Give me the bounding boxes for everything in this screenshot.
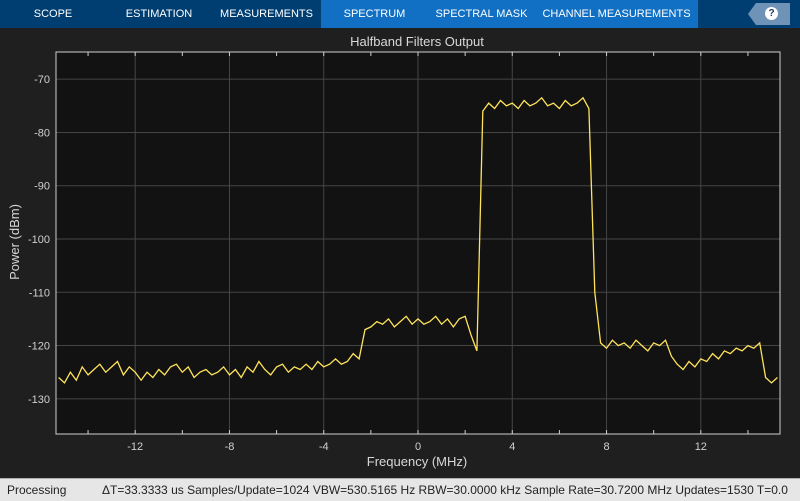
tab-channel-measurements[interactable]: CHANNEL MEASUREMENTS bbox=[535, 0, 698, 28]
spectrum-chart: Halfband Filters Output -12 -8 -4 0 4 8 12 -70 -… bbox=[7, 34, 781, 469]
x-tick-label: -8 bbox=[225, 441, 235, 453]
help-button[interactable]: ? bbox=[748, 3, 790, 25]
status-bar: Processing ΔT=33.3333 us Samples/Update=… bbox=[0, 478, 800, 501]
tab-scope[interactable]: SCOPE bbox=[0, 0, 106, 28]
status-info: ΔT=33.3333 us Samples/Update=1024 VBW=53… bbox=[102, 483, 788, 497]
chart-title: Halfband Filters Output bbox=[350, 34, 484, 49]
tab-spectrum[interactable]: SPECTRUM bbox=[321, 0, 428, 28]
y-tick-label: -90 bbox=[34, 181, 50, 193]
x-tick-label: 0 bbox=[415, 441, 421, 453]
y-tick-label: -70 bbox=[34, 74, 50, 86]
y-tick-label: -110 bbox=[29, 287, 50, 299]
x-tick-label: 4 bbox=[509, 441, 515, 453]
y-axis-label: Power (dBm) bbox=[7, 204, 22, 280]
tab-spectral-mask[interactable]: SPECTRAL MASK bbox=[428, 0, 535, 28]
x-tick-label: 12 bbox=[695, 441, 707, 453]
x-tick-label: -4 bbox=[319, 441, 329, 453]
x-tick-label: -12 bbox=[127, 441, 143, 453]
help-icon: ? bbox=[765, 7, 778, 20]
y-tick-label: -120 bbox=[28, 341, 50, 353]
toolbar: SCOPE ESTIMATION MEASUREMENTS SPECTRUM S… bbox=[0, 0, 800, 28]
tab-measurements[interactable]: MEASUREMENTS bbox=[212, 0, 321, 28]
y-tick-label: -80 bbox=[34, 127, 50, 139]
x-axis-label: Frequency (MHz) bbox=[367, 454, 467, 469]
y-tick-label: -130 bbox=[28, 394, 50, 406]
tab-estimation[interactable]: ESTIMATION bbox=[106, 0, 212, 28]
y-tick-label: -100 bbox=[28, 234, 50, 246]
status-state: Processing bbox=[7, 483, 67, 497]
x-tick-label: 8 bbox=[603, 441, 609, 453]
